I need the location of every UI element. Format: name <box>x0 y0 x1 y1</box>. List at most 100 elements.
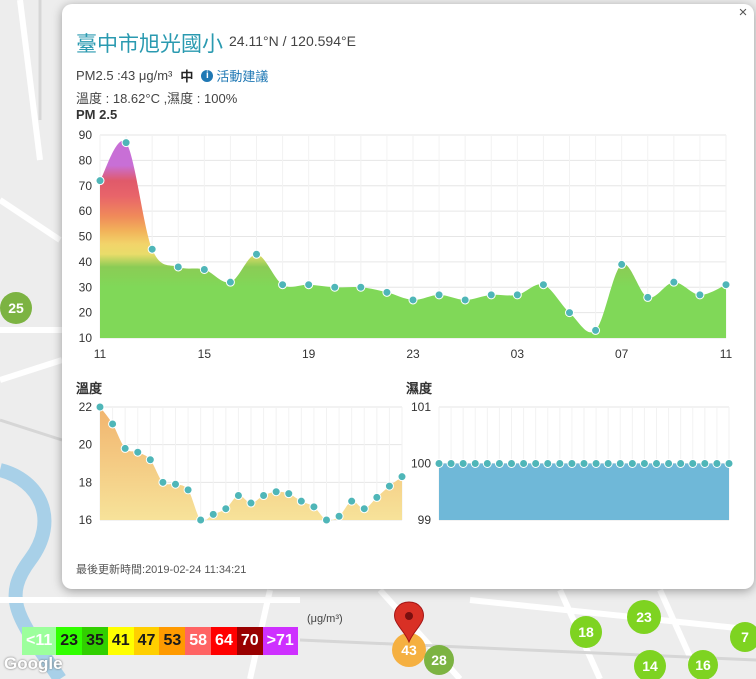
data-point <box>664 459 674 468</box>
y-tick-label: 50 <box>79 230 93 244</box>
marker-value: 25 <box>8 300 24 316</box>
data-point <box>372 492 382 502</box>
y-tick-label: 80 <box>79 153 93 167</box>
marker-value: 7 <box>741 629 749 645</box>
pm25-summary: PM2.5 :43 μg/m³ 中 i 活動建議 <box>76 66 268 85</box>
data-point <box>494 459 504 468</box>
data-point <box>145 455 155 465</box>
data-point <box>460 295 470 305</box>
legend-cell: 64 <box>211 627 237 655</box>
aqi-marker[interactable]: 23 <box>627 600 661 634</box>
data-point <box>486 290 496 300</box>
y-tick-label: 101 <box>411 400 431 414</box>
aqi-marker-selected[interactable]: 43 <box>392 633 426 667</box>
data-point <box>397 472 407 482</box>
data-point <box>519 459 529 468</box>
data-point <box>208 509 218 519</box>
data-point <box>643 292 653 302</box>
data-point <box>721 280 731 290</box>
humidity-chart-title: 濕度 <box>406 381 433 396</box>
y-tick-label: 22 <box>79 400 93 414</box>
data-point <box>120 443 130 453</box>
legend-unit: (μg/m³) <box>307 613 343 625</box>
aqi-marker[interactable]: 28 <box>424 645 454 675</box>
x-tick-label: 19 <box>302 347 316 361</box>
data-point <box>233 491 243 501</box>
data-point <box>538 280 548 290</box>
data-point <box>259 491 269 501</box>
data-point <box>133 447 143 457</box>
close-icon[interactable]: × <box>736 5 750 20</box>
temperature-chart[interactable]: 16 18 20 22 <box>62 397 407 537</box>
data-point <box>252 249 261 259</box>
data-point <box>688 459 698 468</box>
legend-cell: 70 <box>236 627 263 655</box>
marker-value: 18 <box>578 624 594 640</box>
data-point <box>458 459 468 468</box>
station-coordinates: 24.11°N / 120.594°E <box>229 33 356 49</box>
data-point <box>384 481 394 491</box>
legend-cell: 35 <box>82 627 108 655</box>
data-point <box>603 459 613 468</box>
data-point <box>627 459 637 468</box>
data-point <box>724 459 734 468</box>
data-point <box>543 459 553 468</box>
aqi-marker[interactable]: 7 <box>730 622 756 652</box>
humidity-chart[interactable]: 99 100 101 <box>406 397 754 537</box>
pm25-reading: PM2.5 :43 μg/m³ <box>76 68 173 83</box>
legend-cell: <11 <box>22 627 57 655</box>
legend-cell: 41 <box>107 627 134 655</box>
google-logo: Google <box>4 654 63 673</box>
y-tick-label: 100 <box>411 457 431 471</box>
data-point <box>304 280 314 290</box>
pm25-chart[interactable]: 10 20 30 40 50 60 70 80 90 11 15 19 23 03 07 11 <box>62 122 754 362</box>
data-point <box>221 504 231 514</box>
data-point <box>296 496 306 506</box>
data-point <box>309 502 319 512</box>
data-point <box>531 459 541 468</box>
data-point <box>700 459 710 468</box>
y-tick-label: 20 <box>79 306 93 320</box>
legend-cell: 53 <box>159 627 186 655</box>
data-point <box>108 419 118 429</box>
x-tick-label: 11 <box>720 347 733 361</box>
data-point <box>555 459 565 468</box>
data-point <box>246 498 256 508</box>
info-icon[interactable]: i <box>201 69 214 82</box>
data-point <box>173 262 183 272</box>
y-tick-label: 10 <box>79 331 93 345</box>
last-updated: 最後更新時間:2019-02-24 11:34:21 <box>76 561 246 577</box>
y-tick-label: 40 <box>79 255 93 269</box>
aqi-marker[interactable]: 14 <box>634 650 666 679</box>
marker-value: 28 <box>431 652 447 668</box>
aqi-marker[interactable]: 16 <box>688 650 718 679</box>
data-point <box>408 295 418 305</box>
data-point <box>652 459 661 468</box>
data-point <box>183 485 193 495</box>
data-point <box>147 244 157 254</box>
aqi-marker[interactable]: 18 <box>570 616 602 648</box>
marker-value: 43 <box>401 642 417 658</box>
legend-cell: 58 <box>185 627 212 655</box>
data-point <box>676 459 686 468</box>
x-tick-label: 15 <box>198 347 212 361</box>
data-point <box>322 515 331 525</box>
data-point <box>565 308 574 318</box>
updated-label: 最後更新時間: <box>76 564 146 576</box>
data-point <box>271 487 281 497</box>
y-tick-label: 18 <box>79 475 93 489</box>
x-tick-label: 03 <box>511 347 525 361</box>
marker-value: 14 <box>642 658 658 674</box>
data-point <box>95 176 105 186</box>
data-point <box>347 496 357 506</box>
pm25-color-legend: <11 23 35 41 47 53 58 64 70 >71 <box>22 627 298 655</box>
data-point <box>434 459 444 468</box>
x-tick-label: 11 <box>94 347 107 361</box>
data-point <box>284 489 294 499</box>
data-point <box>95 402 105 412</box>
activity-advice-link[interactable]: 活動建議 <box>216 66 268 85</box>
aqi-marker[interactable]: 25 <box>0 292 32 324</box>
y-tick-label: 60 <box>79 204 93 218</box>
series-area <box>439 463 729 520</box>
data-point <box>591 459 601 468</box>
